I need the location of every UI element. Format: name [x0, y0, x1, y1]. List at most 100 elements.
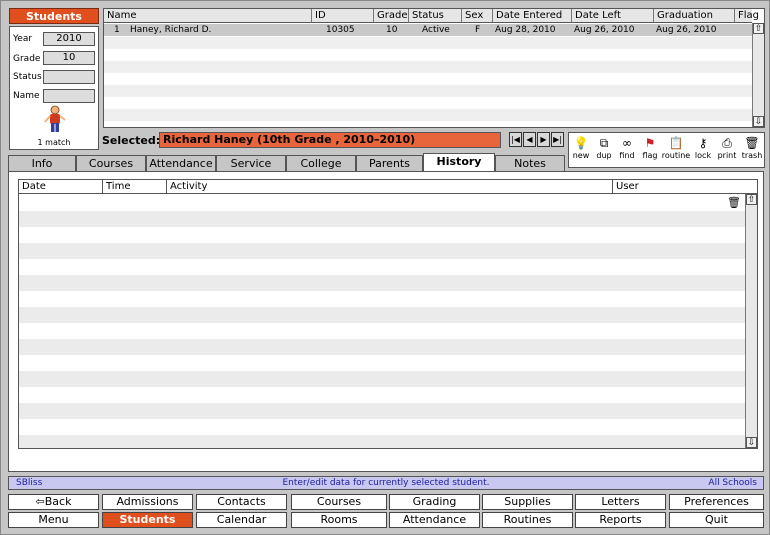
- printer-icon: ⎙: [722, 136, 732, 150]
- grading-button[interactable]: Grading: [389, 494, 480, 510]
- tab-history[interactable]: History: [423, 153, 495, 172]
- back-button[interactable]: ⇦Back: [8, 494, 99, 510]
- col-activity[interactable]: Activity: [167, 180, 613, 194]
- list-row: [104, 61, 752, 73]
- grade-field[interactable]: 10: [43, 51, 95, 65]
- letters-button[interactable]: Letters: [575, 494, 666, 510]
- history-row[interactable]: [19, 323, 745, 339]
- scroll-up-icon[interactable]: ⇧: [746, 194, 757, 205]
- print-button[interactable]: ⎙ print: [715, 135, 739, 167]
- history-row[interactable]: [19, 387, 745, 403]
- tab-service[interactable]: Service: [216, 155, 286, 171]
- app-window: Students Year 2010 Grade 10 Status Name …: [0, 0, 770, 535]
- status-field[interactable]: [43, 70, 95, 84]
- col-status[interactable]: Status: [409, 9, 462, 23]
- col-graduation[interactable]: Graduation: [654, 9, 735, 23]
- cell-sex: F: [475, 25, 481, 35]
- history-row[interactable]: [19, 275, 745, 291]
- name-field[interactable]: [43, 89, 95, 103]
- history-row[interactable]: [19, 211, 745, 227]
- col-id[interactable]: ID: [312, 9, 374, 23]
- menu-button[interactable]: Menu: [8, 512, 99, 528]
- flag-label: flag: [642, 151, 658, 160]
- col-name[interactable]: Name: [104, 9, 312, 23]
- prev-record-icon[interactable]: ◀: [523, 132, 536, 147]
- table-row[interactable]: 1 Haney, Richard D. 10305 10 Active F Au…: [104, 24, 752, 36]
- back-label: Back: [44, 495, 72, 508]
- history-row[interactable]: [19, 243, 745, 259]
- trash-button[interactable]: 🗑 trash: [740, 135, 764, 167]
- year-field[interactable]: 2010: [43, 32, 95, 46]
- col-date-entered[interactable]: Date Entered: [493, 9, 572, 23]
- col-grade[interactable]: Grade: [374, 9, 409, 23]
- glasses-icon: ∞: [622, 136, 632, 150]
- new-button[interactable]: 💡 new: [570, 135, 592, 167]
- dup-button[interactable]: ⧉ dup: [593, 135, 615, 167]
- history-row[interactable]: [19, 435, 745, 448]
- history-row[interactable]: [19, 339, 745, 355]
- history-row[interactable]: [19, 419, 745, 435]
- students-panel-title[interactable]: Students: [9, 8, 99, 24]
- flag-icon: ⚑: [644, 136, 656, 150]
- routines-button[interactable]: Routines: [482, 512, 573, 528]
- history-row[interactable]: 🗑: [19, 195, 745, 211]
- history-row[interactable]: [19, 371, 745, 387]
- cell-status: Active: [422, 25, 450, 35]
- cell-graduation: Aug 26, 2010: [656, 25, 717, 35]
- history-row[interactable]: [19, 259, 745, 275]
- routine-button[interactable]: 📋 routine: [661, 135, 691, 167]
- tab-info[interactable]: Info: [8, 155, 76, 171]
- history-row[interactable]: [19, 291, 745, 307]
- list-row: [104, 85, 752, 97]
- history-row[interactable]: [19, 355, 745, 371]
- student-list: Name ID Grade Status Sex Date Entered Da…: [103, 8, 765, 128]
- match-count: 1 match: [37, 138, 71, 147]
- record-navigation: |◀ ◀ ▶ ▶|: [509, 132, 565, 147]
- col-date[interactable]: Date: [19, 180, 103, 194]
- history-row[interactable]: [19, 403, 745, 419]
- attendance-button[interactable]: Attendance: [389, 512, 480, 528]
- duplicate-icon: ⧉: [599, 136, 609, 150]
- col-time[interactable]: Time: [103, 180, 167, 194]
- next-record-icon[interactable]: ▶: [537, 132, 550, 147]
- action-toolbar: 💡 new ⧉ dup ∞ find ⚑ flag 📋 routine ⚷ lo…: [568, 132, 765, 168]
- col-flag[interactable]: Flag: [735, 9, 759, 23]
- quit-button[interactable]: Quit: [669, 512, 764, 528]
- history-row[interactable]: [19, 227, 745, 243]
- tab-parents[interactable]: Parents: [356, 155, 423, 171]
- col-user[interactable]: User: [613, 180, 745, 194]
- lightbulb-icon: 💡: [573, 136, 589, 150]
- list-scrollbar[interactable]: ⇧ ⇩: [752, 23, 764, 127]
- courses-button[interactable]: Courses: [291, 494, 387, 510]
- tab-college[interactable]: College: [286, 155, 356, 171]
- last-record-icon[interactable]: ▶|: [551, 132, 564, 147]
- tab-notes[interactable]: Notes: [495, 155, 565, 171]
- first-record-icon[interactable]: |◀: [509, 132, 522, 147]
- history-row[interactable]: [19, 307, 745, 323]
- status-school[interactable]: All Schools: [708, 477, 757, 489]
- delete-row-icon[interactable]: 🗑: [727, 196, 741, 209]
- calendar-button[interactable]: Calendar: [196, 512, 287, 528]
- dup-label: dup: [596, 151, 612, 160]
- clipboard-icon: 📋: [668, 136, 684, 150]
- rooms-button[interactable]: Rooms: [291, 512, 387, 528]
- supplies-button[interactable]: Supplies: [482, 494, 573, 510]
- students-button[interactable]: Students: [102, 512, 193, 528]
- lock-button[interactable]: ⚷ lock: [692, 135, 714, 167]
- tab-attendance[interactable]: Attendance: [146, 155, 216, 171]
- col-date-left[interactable]: Date Left: [572, 9, 654, 23]
- find-button[interactable]: ∞ find: [616, 135, 638, 167]
- reports-button[interactable]: Reports: [575, 512, 666, 528]
- admissions-button[interactable]: Admissions: [102, 494, 193, 510]
- col-sex[interactable]: Sex: [462, 9, 493, 23]
- preferences-button[interactable]: Preferences: [669, 494, 764, 510]
- student-figure-icon: [44, 105, 66, 132]
- flag-button[interactable]: ⚑ flag: [639, 135, 661, 167]
- contacts-button[interactable]: Contacts: [196, 494, 287, 510]
- scroll-up-icon[interactable]: ⇧: [753, 23, 764, 34]
- tab-courses[interactable]: Courses: [76, 155, 146, 171]
- scroll-down-icon[interactable]: ⇩: [753, 116, 764, 127]
- history-scrollbar[interactable]: ⇧ ⇩: [745, 194, 757, 448]
- key-icon: ⚷: [698, 136, 708, 150]
- scroll-down-icon[interactable]: ⇩: [746, 437, 757, 448]
